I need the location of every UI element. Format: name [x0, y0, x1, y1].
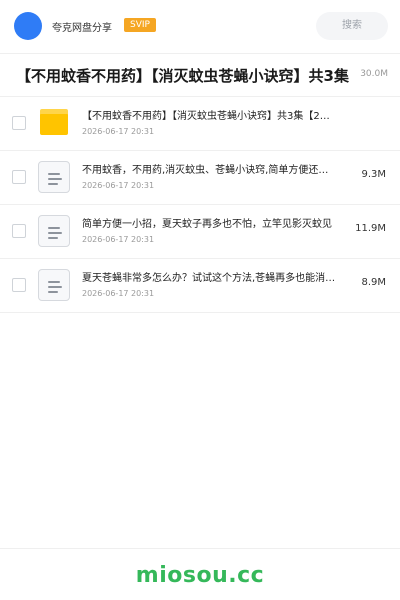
row-checkbox[interactable]: [12, 116, 26, 130]
file-name[interactable]: 简单方便一小招，夏天蚊子再多也不怕，立竿见影灭蚊见: [82, 218, 358, 232]
file-date: 2026-06-17 20:31: [82, 181, 155, 190]
file-date: 2026-06-17 20:31: [82, 289, 155, 298]
file-list: 【不用蚊香不用药】【消灭蚊虫苍蝇小诀窍】共3集【2… 2026-06-17 20…: [0, 97, 400, 313]
file-size: 8.9M: [361, 277, 386, 288]
file-date: 2026-06-17 20:31: [82, 235, 155, 244]
file-date: 2026-06-17 20:31: [82, 127, 155, 136]
footer: miosou.cc: [0, 548, 400, 600]
file-name[interactable]: 【不用蚊香不用药】【消灭蚊虫苍蝇小诀窍】共3集【2…: [82, 110, 364, 124]
username[interactable]: 夸克网盘分享: [52, 19, 112, 34]
file-size: 11.9M: [355, 223, 386, 234]
list-item-folder[interactable]: 【不用蚊香不用药】【消灭蚊虫苍蝇小诀窍】共3集【2… 2026-06-17 20…: [0, 97, 400, 151]
search-input[interactable]: 搜索: [316, 12, 388, 40]
row-checkbox[interactable]: [12, 278, 26, 292]
page-title: 【不用蚊香不用药】【消灭蚊虫苍蝇小诀窍】共3集: [16, 67, 349, 85]
share-title-bar: 【不用蚊香不用药】【消灭蚊虫苍蝇小诀窍】共3集 30.0M: [0, 55, 400, 97]
document-icon: [38, 269, 70, 301]
file-name[interactable]: 不用蚊香，不用药,消灭蚊虫、苍蝇小诀窍,简单方便还…: [82, 164, 358, 178]
svip-badge: SVIP: [124, 18, 156, 32]
folder-icon: [40, 109, 68, 135]
file-size: 9.3M: [361, 169, 386, 180]
file-name[interactable]: 夏天苍蝇非常多怎么办？试试这个方法,苍蝇再多也能消…: [82, 272, 358, 286]
document-icon: [38, 215, 70, 247]
row-checkbox[interactable]: [12, 224, 26, 238]
avatar[interactable]: [14, 12, 42, 40]
total-size: 30.0M: [360, 69, 388, 79]
list-item[interactable]: 夏天苍蝇非常多怎么办？试试这个方法,苍蝇再多也能消… 2026-06-17 20…: [0, 259, 400, 313]
list-item[interactable]: 不用蚊香，不用药,消灭蚊虫、苍蝇小诀窍,简单方便还… 2026-06-17 20…: [0, 151, 400, 205]
site-brand[interactable]: miosou.cc: [0, 563, 400, 588]
list-item[interactable]: 简单方便一小招，夏天蚊子再多也不怕，立竿见影灭蚊见 2026-06-17 20:…: [0, 205, 400, 259]
document-icon: [38, 161, 70, 193]
top-header: 夸克网盘分享 SVIP 搜索: [0, 0, 400, 54]
row-checkbox[interactable]: [12, 170, 26, 184]
